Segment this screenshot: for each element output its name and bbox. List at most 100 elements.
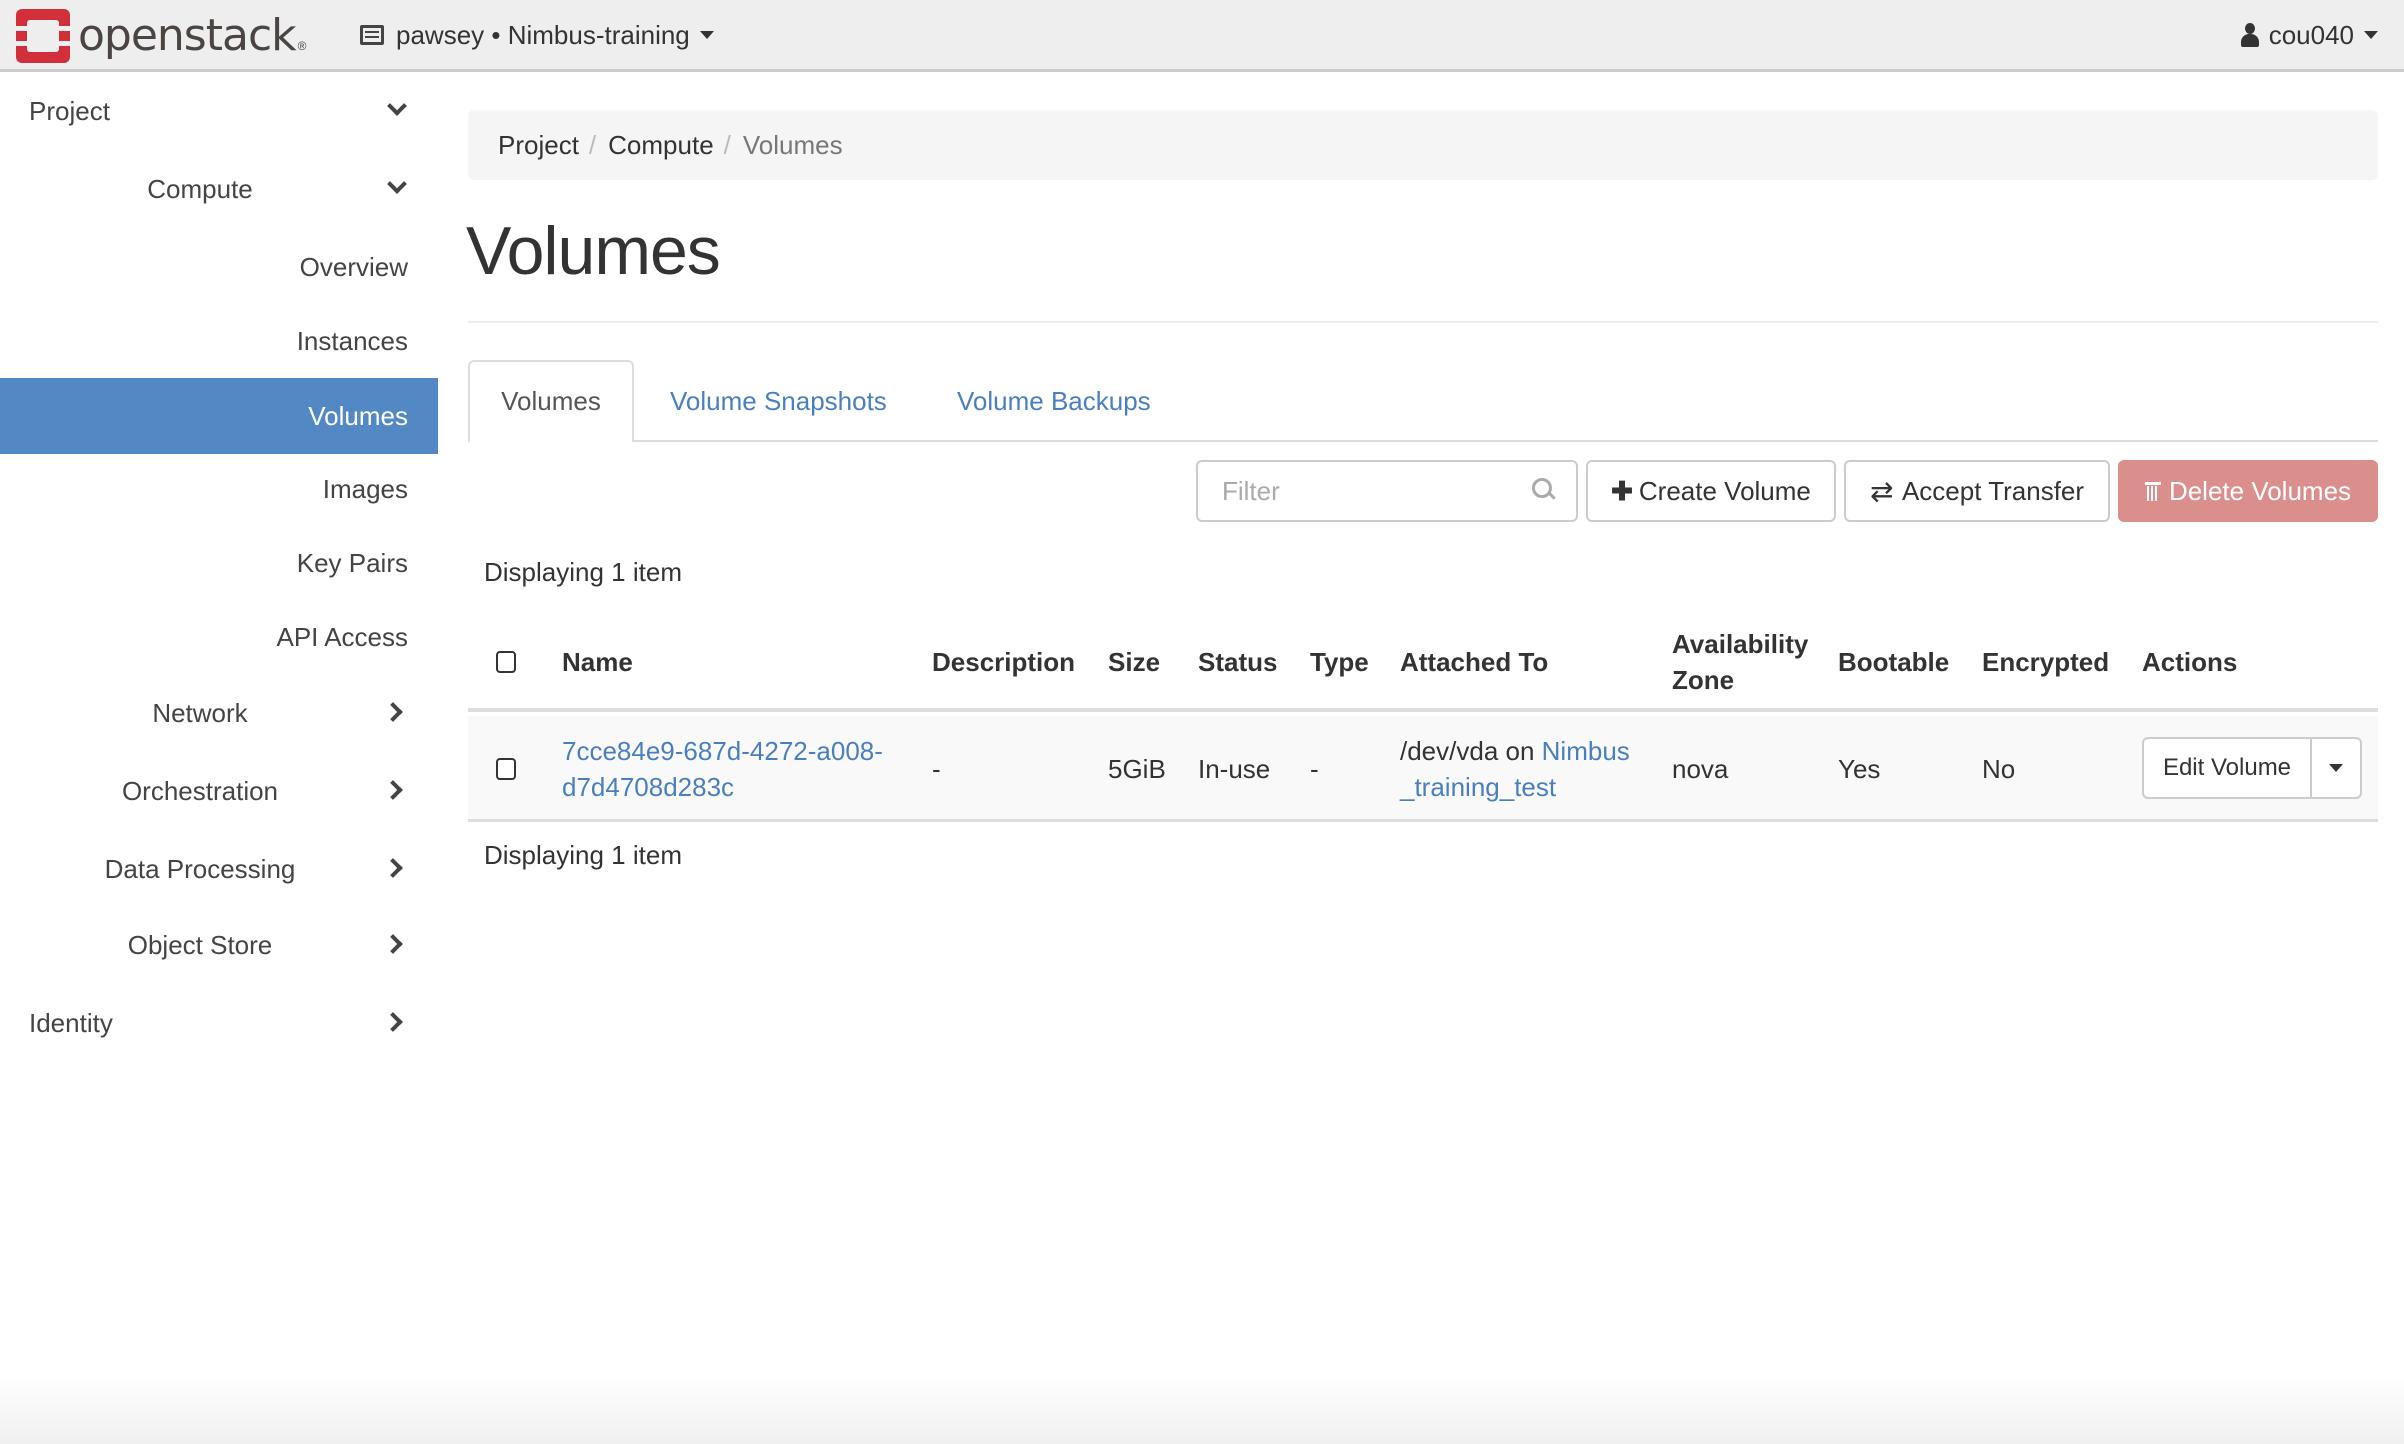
sidebar-item-api-access[interactable]: API Access <box>0 599 438 675</box>
column-header-encrypted[interactable]: Encrypted <box>1982 612 2109 712</box>
breadcrumb-project[interactable]: Project <box>498 130 579 161</box>
tab-label: Volumes <box>501 386 601 416</box>
user-icon <box>2240 23 2259 47</box>
user-menu[interactable]: cou040 <box>2240 0 2378 70</box>
tab-volume-backups[interactable]: Volume Backups <box>957 360 1151 442</box>
sidebar-item-label: Key Pairs <box>296 547 408 578</box>
table-header: Name Description Size Status Type Attach… <box>468 612 2378 712</box>
accept-transfer-label: Accept Transfer <box>1901 475 2085 506</box>
plus-icon: ✚ <box>1611 475 1633 506</box>
caret-down-icon <box>2364 31 2378 39</box>
search-icon[interactable] <box>1532 478 1554 500</box>
sidebar-item-orchestration[interactable]: Orchestration <box>0 753 438 829</box>
breadcrumb-volumes: Volumes <box>742 129 843 160</box>
tab-bar: Volumes Volume Snapshots Volume Backups <box>468 360 2378 443</box>
column-header-status[interactable]: Status <box>1198 612 1277 712</box>
sidebar-item-overview[interactable]: Overview <box>0 229 438 305</box>
sidebar-item-label: Instances <box>296 325 408 356</box>
sidebar-item-volumes[interactable]: Volumes <box>0 378 438 454</box>
sidebar-item-identity[interactable]: Identity <box>0 985 438 1061</box>
create-volume-button[interactable]: ✚ Create Volume <box>1586 460 1836 522</box>
breadcrumb: Project / Compute / Volumes <box>468 110 2378 180</box>
sidebar-item-data-processing[interactable]: Data Processing <box>0 831 438 907</box>
chevron-right-icon <box>383 1012 403 1032</box>
tab-volumes[interactable]: Volumes <box>468 360 634 443</box>
display-count-top: Displaying 1 item <box>484 557 682 587</box>
sidebar-item-label: Data Processing <box>104 853 296 884</box>
sidebar-item-compute[interactable]: Compute <box>0 151 438 227</box>
row-actions-split-button: Edit Volume <box>2142 737 2362 799</box>
attached-instance-link[interactable]: Nimbus <box>1542 736 1630 766</box>
volume-status: In-use <box>1198 754 1271 784</box>
sidebar-item-label: Network <box>152 697 248 728</box>
select-all-cell <box>496 612 516 712</box>
column-header-type[interactable]: Type <box>1310 612 1369 712</box>
tab-label: Volume Snapshots <box>670 385 887 416</box>
user-name: cou040 <box>2268 19 2354 50</box>
attached-device: /dev/vda on <box>1400 736 1542 766</box>
breadcrumb-separator: / <box>723 129 731 160</box>
sidebar-item-label: Orchestration <box>121 775 279 806</box>
registered-mark: ® <box>297 39 307 53</box>
volume-availability-zone: nova <box>1672 754 1729 784</box>
sidebar-item-label: Identity <box>29 1007 113 1038</box>
project-switcher-label: pawsey • Nimbus-training <box>396 19 690 50</box>
attached-to-line1: /dev/vda on Nimbus <box>1400 733 1630 769</box>
trash-icon <box>2144 481 2161 501</box>
sidebar-item-instances[interactable]: Instances <box>0 303 438 379</box>
breadcrumb-compute[interactable]: Compute <box>608 130 714 161</box>
sidebar-item-label: API Access <box>276 621 409 652</box>
volume-type: - <box>1310 754 1319 784</box>
display-count-bottom: Displaying 1 item <box>484 840 682 870</box>
table-row: 7cce84e9-687d-4272-a008- d7d4708d283c - … <box>468 716 2378 822</box>
caret-down-icon <box>699 31 714 39</box>
sidebar-item-project[interactable]: Project <box>0 73 438 149</box>
top-navbar: openstack ® pawsey • Nimbus-training cou… <box>0 0 2404 72</box>
project-list-icon <box>360 25 384 45</box>
tab-label: Volume Backups <box>957 385 1151 416</box>
breadcrumb-separator: / <box>588 129 597 160</box>
column-header-attached-to[interactable]: Attached To <box>1400 612 1548 712</box>
chevron-down-icon <box>387 96 407 116</box>
project-switcher[interactable]: pawsey • Nimbus-training <box>360 0 714 70</box>
sidebar-item-label: Compute <box>147 173 253 204</box>
divider <box>468 321 2378 323</box>
delete-volumes-button[interactable]: Delete Volumes <box>2118 460 2378 522</box>
row-actions-dropdown-toggle[interactable] <box>2312 739 2360 797</box>
volume-name-cell: 7cce84e9-687d-4272-a008- d7d4708d283c <box>562 716 883 822</box>
attached-instance-link-cont[interactable]: _training_test <box>1400 769 1556 805</box>
column-header-name[interactable]: Name <box>562 612 633 712</box>
sidebar-item-network[interactable]: Network <box>0 675 438 751</box>
exchange-icon <box>1870 475 1896 508</box>
caret-down-icon <box>2329 764 2343 772</box>
filter-field <box>1196 460 1578 522</box>
column-header-bootable[interactable]: Bootable <box>1838 612 1949 712</box>
volume-encrypted: No <box>1982 754 2016 784</box>
row-select-cell <box>496 716 516 822</box>
volume-description: - <box>932 754 941 784</box>
edit-volume-button[interactable]: Edit Volume <box>2144 739 2312 797</box>
window-shadow <box>0 1374 2404 1444</box>
sidebar-item-key-pairs[interactable]: Key Pairs <box>0 525 438 601</box>
volume-bootable: Yes <box>1838 754 1881 784</box>
sidebar-item-object-store[interactable]: Object Store <box>0 907 438 983</box>
tab-volume-snapshots[interactable]: Volume Snapshots <box>670 360 887 442</box>
row-checkbox[interactable] <box>496 758 516 780</box>
openstack-logo-icon <box>16 9 70 63</box>
delete-volumes-label: Delete Volumes <box>2168 475 2352 506</box>
filter-input[interactable] <box>1222 475 1522 507</box>
column-header-availability-zone[interactable]: Availability Zone <box>1672 612 1822 712</box>
volume-attached-to: /dev/vda on Nimbus _training_test <box>1400 716 1630 822</box>
volume-name-link[interactable]: 7cce84e9-687d-4272-a008- <box>562 733 883 769</box>
column-header-size[interactable]: Size <box>1108 612 1160 712</box>
sidebar-item-label: Overview <box>299 251 408 282</box>
column-header-description[interactable]: Description <box>932 612 1075 712</box>
sidebar-item-images[interactable]: Images <box>0 451 438 527</box>
sidebar-item-label: Volumes <box>308 400 408 431</box>
sidebar-item-label: Images <box>322 473 408 504</box>
accept-transfer-button[interactable]: Accept Transfer <box>1844 460 2110 522</box>
select-all-checkbox[interactable] <box>496 651 516 673</box>
volume-name-link-cont[interactable]: d7d4708d283c <box>562 769 734 805</box>
openstack-logo[interactable]: openstack ® <box>16 9 306 63</box>
logo-text: openstack <box>78 10 297 61</box>
